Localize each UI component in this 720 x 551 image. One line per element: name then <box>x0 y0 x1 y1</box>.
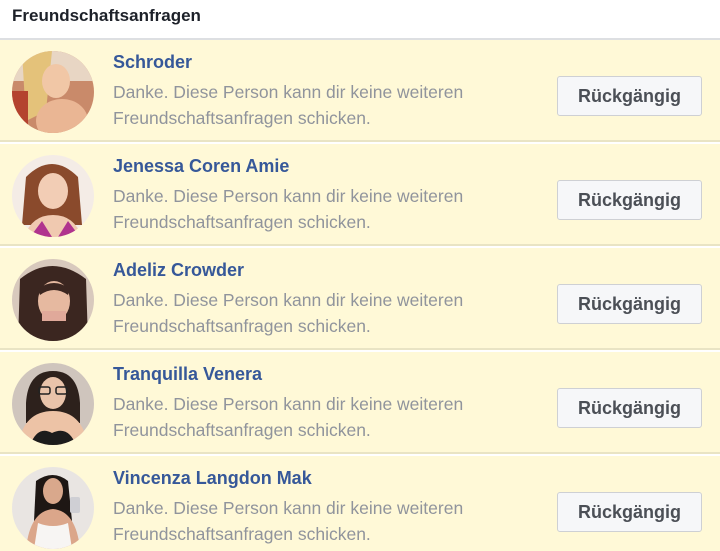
undo-button[interactable]: Rückgängig <box>557 76 702 116</box>
avatar[interactable] <box>12 51 94 133</box>
avatar[interactable] <box>12 363 94 445</box>
status-message: Danke. Diese Person kann dir keine weite… <box>113 394 464 440</box>
status-message: Danke. Diese Person kann dir keine weite… <box>113 290 464 336</box>
page-title: Freundschaftsanfragen <box>12 6 201 25</box>
friend-request-list: Schroder Danke. Diese Person kann dir ke… <box>0 40 720 551</box>
profile-photo <box>12 467 94 549</box>
requester-name[interactable]: Schroder <box>113 52 192 73</box>
undo-button[interactable]: Rückgängig <box>557 492 702 532</box>
avatar[interactable] <box>12 155 94 237</box>
undo-button[interactable]: Rückgängig <box>557 180 702 220</box>
profile-photo <box>12 155 94 237</box>
friend-request-row: Schroder Danke. Diese Person kann dir ke… <box>0 40 720 142</box>
status-message: Danke. Diese Person kann dir keine weite… <box>113 498 464 544</box>
friend-request-row: Vincenza Langdon Mak Danke. Diese Person… <box>0 456 720 551</box>
friend-request-row: Adeliz Crowder Danke. Diese Person kann … <box>0 248 720 350</box>
avatar[interactable] <box>12 467 94 549</box>
friend-requests-header: Freundschaftsanfragen <box>0 0 720 40</box>
requester-name[interactable]: Jenessa Coren Amie <box>113 156 289 177</box>
profile-photo <box>12 259 94 341</box>
undo-button[interactable]: Rückgängig <box>557 388 702 428</box>
profile-photo <box>12 363 94 445</box>
requester-name[interactable]: Adeliz Crowder <box>113 260 244 281</box>
status-message: Danke. Diese Person kann dir keine weite… <box>113 82 464 128</box>
status-message: Danke. Diese Person kann dir keine weite… <box>113 186 464 232</box>
friend-request-row: Tranquilla Venera Danke. Diese Person ka… <box>0 352 720 454</box>
friend-request-row: Jenessa Coren Amie Danke. Diese Person k… <box>0 144 720 246</box>
requester-name[interactable]: Vincenza Langdon Mak <box>113 468 312 489</box>
undo-button[interactable]: Rückgängig <box>557 284 702 324</box>
avatar[interactable] <box>12 259 94 341</box>
requester-name[interactable]: Tranquilla Venera <box>113 364 262 385</box>
profile-photo <box>12 51 94 133</box>
